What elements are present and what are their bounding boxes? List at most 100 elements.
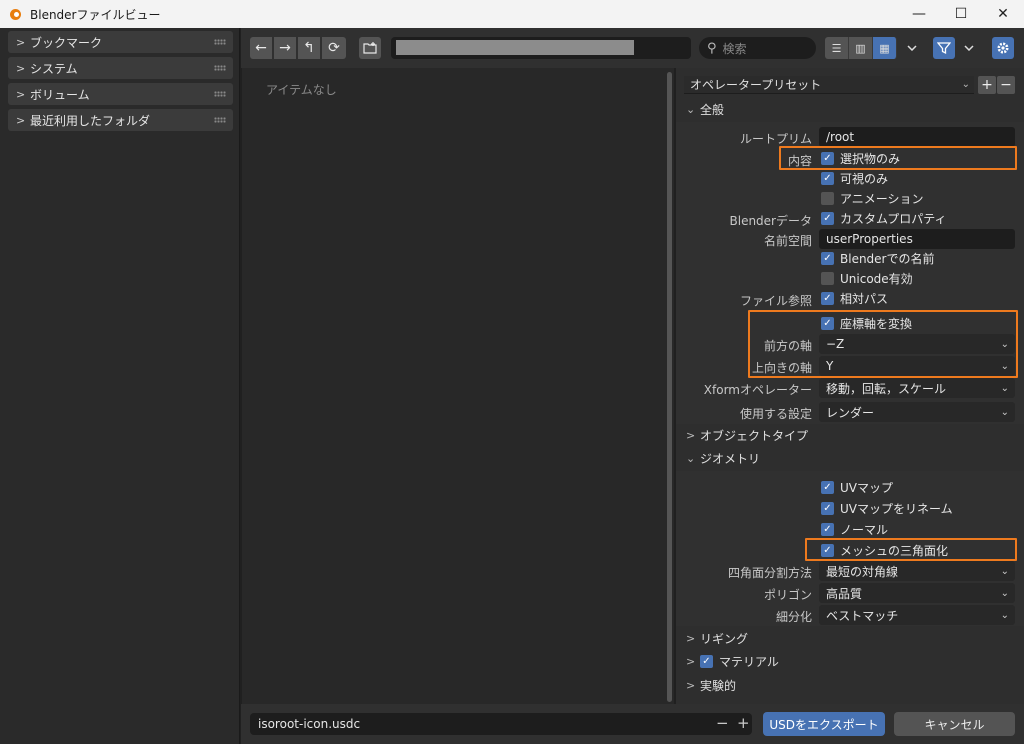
blender-logo-icon <box>8 6 24 22</box>
search-placeholder: 検索 <box>722 41 747 56</box>
namespace-input[interactable]: userProperties <box>819 229 1015 249</box>
drag-grip-icon[interactable] <box>214 91 226 97</box>
root-prim-value: /root <box>826 130 855 144</box>
quad-method-value: 最短の対角線 <box>826 564 899 579</box>
relative-paths-checkbox[interactable]: ✓ 相対パス <box>821 289 888 307</box>
polygon-select[interactable]: 高品質 ⌄ <box>819 583 1015 603</box>
use-settings-label: 使用する設定 <box>739 407 812 421</box>
unicode-checkbox[interactable]: Unicode有効 <box>821 269 913 287</box>
xform-op-label: Xformオペレーター <box>703 383 812 397</box>
file-reference-label: ファイル参照 <box>739 294 812 308</box>
sidebar-panel-volumes[interactable]: > ボリューム <box>8 83 233 105</box>
window-titlebar: Blenderファイルビュー — ☐ ✕ <box>0 0 1024 28</box>
normals-checkbox[interactable]: ✓ ノーマル <box>821 520 888 538</box>
drag-grip-icon[interactable] <box>214 39 226 45</box>
section-general-header[interactable]: ⌄ 全般 <box>676 98 1024 120</box>
thumbnails-icon[interactable]: ▦ <box>873 37 897 59</box>
section-rigging-header[interactable]: > リギング <box>676 627 1024 649</box>
new-folder-button[interactable] <box>359 37 381 59</box>
settings-button[interactable] <box>992 37 1014 59</box>
chevron-right-icon: > <box>16 87 26 101</box>
blender-data-label: Blenderデータ <box>729 214 813 228</box>
sidebar-panel-system[interactable]: > システム <box>8 57 233 79</box>
forward-button[interactable]: → <box>274 37 296 59</box>
animation-checkbox[interactable]: アニメーション <box>821 189 924 207</box>
add-preset-button[interactable]: + <box>978 76 996 94</box>
increment-button[interactable]: + <box>737 714 750 732</box>
file-list-scrollbar[interactable] <box>667 72 672 702</box>
window-controls: — ☐ ✕ <box>898 0 1024 28</box>
custom-properties-checkbox[interactable]: ✓ カスタムプロパティ <box>821 209 947 227</box>
close-button[interactable]: ✕ <box>982 0 1024 28</box>
chevron-right-icon: > <box>16 61 26 75</box>
chevron-down-icon: ⌄ <box>1000 609 1009 621</box>
parent-directory-button[interactable]: ↰ <box>298 37 320 59</box>
file-toolbar: ← → ↰ ⟳ ⚲ 検索 ☰ ▥ ▦ <box>241 28 1024 68</box>
visible-only-checkbox[interactable]: ✓ 可視のみ <box>821 169 888 187</box>
file-list[interactable]: アイテムなし <box>242 68 674 704</box>
chevron-down-icon: ⌄ <box>1000 382 1009 394</box>
back-button[interactable]: ← <box>250 37 272 59</box>
quad-method-select[interactable]: 最短の対角線 ⌄ <box>819 561 1015 581</box>
blender-names-checkbox[interactable]: ✓ Blenderでの名前 <box>821 249 935 267</box>
filename-input[interactable]: isoroot-icon.usdc − + <box>250 713 752 735</box>
highlight-selected-only <box>779 146 1017 170</box>
vertical-list-icon[interactable]: ☰ <box>825 37 849 59</box>
highlight-axis-conversion <box>748 310 1018 378</box>
uv-maps-checkbox[interactable]: ✓ UVマップ <box>821 478 893 496</box>
export-usd-button[interactable]: USDをエクスポート <box>763 712 885 736</box>
refresh-button[interactable]: ⟳ <box>322 37 346 59</box>
operator-preset-select[interactable]: オペレータープリセット ⌄ <box>684 76 974 94</box>
directory-path-input[interactable] <box>391 37 691 59</box>
empty-list-text: アイテムなし <box>266 83 337 97</box>
minimize-button[interactable]: — <box>898 0 940 28</box>
section-title: ジオメトリ <box>700 451 761 466</box>
root-prim-input[interactable]: /root <box>819 127 1015 147</box>
rename-uv-checkbox[interactable]: ✓ UVマップをリネーム <box>821 499 953 517</box>
xform-op-value: 移動，回転，スケール <box>826 381 947 396</box>
section-object-types-header[interactable]: > オブジェクトタイプ <box>676 424 1024 446</box>
check-icon: ✓ <box>821 480 834 494</box>
checkbox-label: Blenderでの名前 <box>840 251 935 266</box>
namespace-value: userProperties <box>826 232 913 246</box>
horizontal-list-icon[interactable]: ▥ <box>849 37 873 59</box>
drag-grip-icon[interactable] <box>214 117 226 123</box>
display-settings-dropdown[interactable] <box>902 37 922 59</box>
chevron-down-icon <box>964 45 974 51</box>
maximize-button[interactable]: ☐ <box>940 0 982 28</box>
preset-label: オペレータープリセット <box>690 78 822 92</box>
sidebar-panel-label: ブックマーク <box>30 35 103 50</box>
check-icon: ✓ <box>821 501 834 515</box>
sidebar-panel-bookmarks[interactable]: > ブックマーク <box>8 31 233 53</box>
checkbox-label: カスタムプロパティ <box>840 211 947 226</box>
chevron-right-icon: > <box>16 113 26 127</box>
sidebar-panel-label: システム <box>30 61 78 76</box>
subdivision-select[interactable]: ベストマッチ ⌄ <box>819 605 1015 625</box>
filter-button[interactable] <box>933 37 955 59</box>
section-title: リギング <box>700 631 749 646</box>
chevron-down-icon: ⌄ <box>961 79 970 90</box>
chevron-down-icon: ⌄ <box>1000 587 1009 599</box>
remove-preset-button[interactable]: − <box>997 76 1015 94</box>
section-title: マテリアル <box>719 654 779 669</box>
sidebar-panel-label: ボリューム <box>30 87 90 102</box>
cancel-button[interactable]: キャンセル <box>894 712 1015 736</box>
check-icon: ✓ <box>821 251 834 265</box>
section-materials-header[interactable]: > ✓ マテリアル <box>676 650 1024 672</box>
checkbox-label: アニメーション <box>840 191 924 206</box>
use-settings-select[interactable]: レンダー ⌄ <box>819 402 1015 422</box>
chevron-down-icon: ⌄ <box>1000 406 1009 418</box>
sidebar-panel-label: 最近利用したフォルダ <box>30 113 151 128</box>
decrement-button[interactable]: − <box>716 714 729 732</box>
drag-grip-icon[interactable] <box>214 65 226 71</box>
filter-icon <box>937 42 951 55</box>
filter-dropdown[interactable] <box>959 37 979 59</box>
sidebar-panel-recent[interactable]: > 最近利用したフォルダ <box>8 109 233 131</box>
section-geometry-header[interactable]: ⌄ ジオメトリ <box>676 447 1024 469</box>
section-experimental-header[interactable]: > 実験的 <box>676 674 1024 696</box>
search-icon: ⚲ <box>707 40 717 56</box>
section-title: 全般 <box>700 102 725 117</box>
search-input[interactable]: ⚲ 検索 <box>699 37 816 59</box>
materials-checkbox[interactable]: ✓ <box>700 654 713 668</box>
xform-op-select[interactable]: 移動，回転，スケール ⌄ <box>819 378 1015 398</box>
